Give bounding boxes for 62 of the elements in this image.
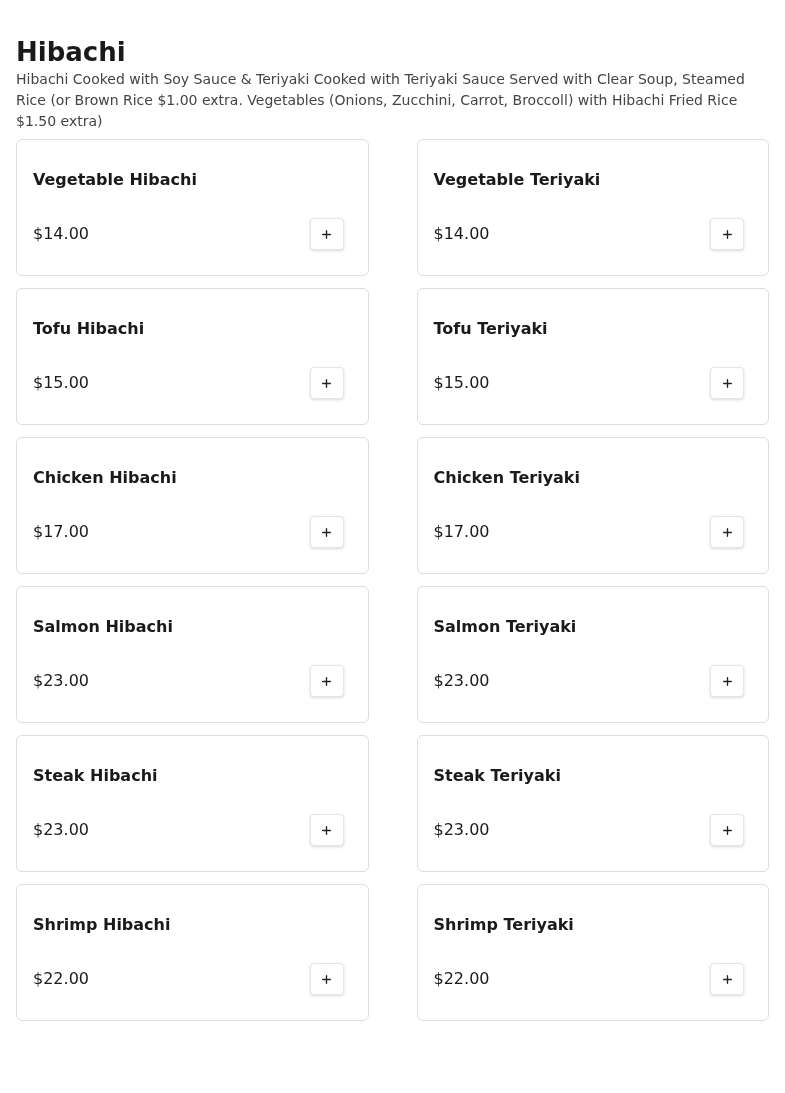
item-name: Vegetable Hibachi [33, 169, 197, 191]
menu-item-card[interactable]: Salmon Teriyaki $23.00 [416, 586, 769, 723]
menu-item-card[interactable]: Vegetable Hibachi $14.00 [16, 139, 369, 276]
add-button[interactable] [710, 963, 744, 995]
item-name: Vegetable Teriyaki [433, 169, 601, 191]
item-name: Chicken Hibachi [33, 467, 177, 489]
menu-item-card[interactable]: Chicken Teriyaki $17.00 [416, 437, 769, 574]
item-name: Shrimp Teriyaki [433, 914, 574, 936]
section-description: Hibachi Cooked with Soy Sauce & Teriyaki Cooked with Teriyaki Sauce Served with Clear Soup, Steamed Rice (or Brown Rice $1.00 extra. Vegetables (Onions, Zucchini, Carrot, Broccoll) with Hibachi Fried Rice $1.50 extra) [16, 70, 746, 131]
menu-item-card[interactable]: Steak Teriyaki $23.00 [416, 735, 769, 872]
plus-icon [720, 376, 734, 390]
plus-icon [720, 823, 734, 837]
item-price: $22.00 [33, 968, 89, 990]
add-button[interactable] [309, 963, 344, 995]
plus-icon [320, 823, 333, 837]
item-name: Tofu Hibachi [33, 318, 145, 340]
item-price: $15.00 [33, 372, 89, 394]
add-button[interactable] [309, 367, 344, 399]
menu-item-card[interactable]: Tofu Teriyaki $15.00 [416, 288, 769, 425]
item-name: Steak Teriyaki [433, 765, 561, 787]
add-button[interactable] [710, 516, 744, 548]
plus-icon [320, 525, 333, 539]
item-name: Chicken Teriyaki [433, 467, 580, 489]
add-button[interactable] [309, 516, 344, 548]
add-button[interactable] [710, 814, 744, 846]
section-title: Hibachi [16, 36, 126, 68]
add-button[interactable] [309, 665, 344, 697]
item-name: Salmon Teriyaki [433, 616, 577, 638]
item-price: $22.00 [433, 968, 490, 990]
plus-icon [320, 972, 333, 986]
plus-icon [720, 972, 734, 986]
menu-item-card[interactable]: Tofu Hibachi $15.00 [16, 288, 369, 425]
plus-icon [720, 227, 734, 241]
plus-icon [320, 227, 333, 241]
menu-item-card[interactable]: Steak Hibachi $23.00 [16, 735, 369, 872]
add-button[interactable] [710, 367, 744, 399]
item-price: $17.00 [433, 521, 490, 543]
item-name: Tofu Teriyaki [433, 318, 548, 340]
item-name: Salmon Hibachi [33, 616, 173, 638]
item-price: $23.00 [33, 819, 89, 841]
item-price: $14.00 [433, 223, 490, 245]
add-button[interactable] [309, 814, 344, 846]
item-price: $23.00 [433, 670, 490, 692]
menu-item-card[interactable]: Shrimp Hibachi $22.00 [16, 884, 369, 1021]
add-button[interactable] [710, 218, 744, 250]
item-price: $15.00 [433, 372, 490, 394]
menu-item-card[interactable]: Chicken Hibachi $17.00 [16, 437, 369, 574]
item-name: Shrimp Hibachi [33, 914, 171, 936]
plus-icon [320, 376, 333, 390]
add-button[interactable] [309, 218, 344, 250]
item-price: $23.00 [433, 819, 490, 841]
plus-icon [720, 674, 734, 688]
item-price: $17.00 [33, 521, 89, 543]
item-price: $23.00 [33, 670, 89, 692]
menu-item-card[interactable]: Vegetable Teriyaki $14.00 [416, 139, 769, 276]
plus-icon [320, 674, 333, 688]
add-button[interactable] [710, 665, 744, 697]
menu-item-card[interactable]: Shrimp Teriyaki $22.00 [416, 884, 769, 1021]
menu-item-card[interactable]: Salmon Hibachi $23.00 [16, 586, 369, 723]
item-name: Steak Hibachi [33, 765, 158, 787]
plus-icon [720, 525, 734, 539]
item-price: $14.00 [33, 223, 89, 245]
